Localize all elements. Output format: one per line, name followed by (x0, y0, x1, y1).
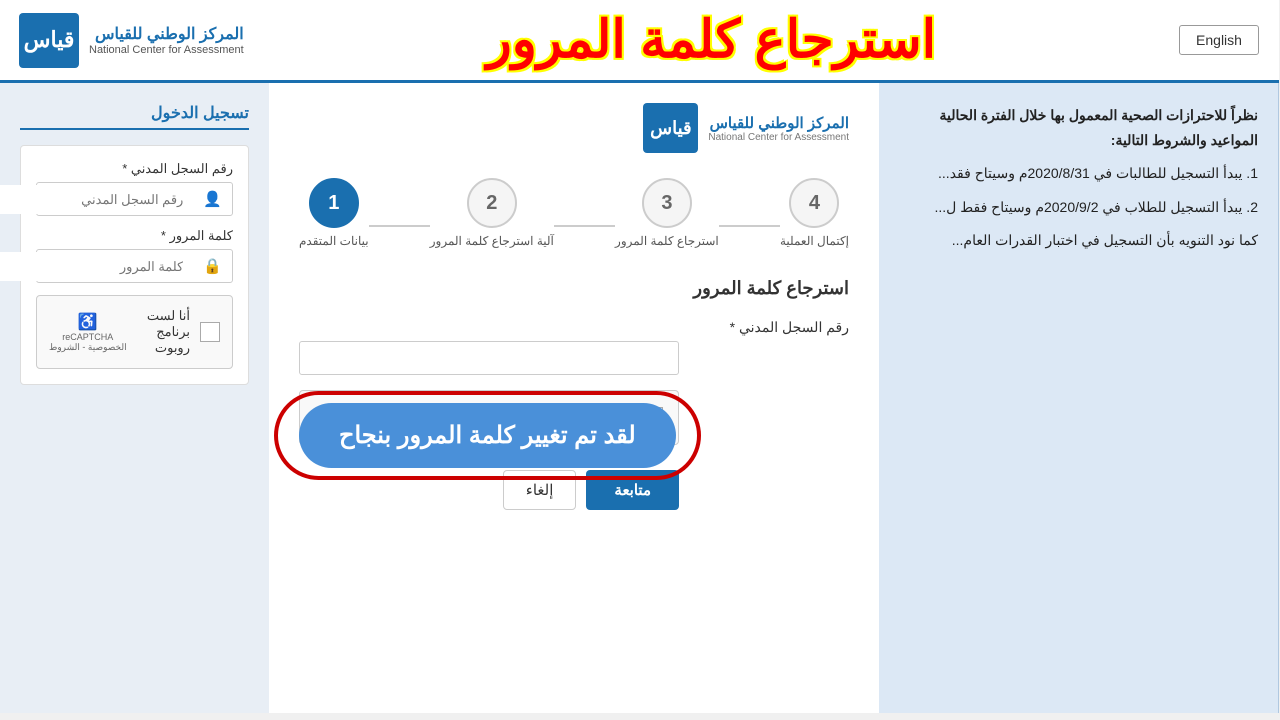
sidebar-id-label: رقم السجل المدني * (37, 161, 234, 177)
id-input[interactable] (300, 341, 680, 375)
step-3-circle: 3 (643, 178, 693, 228)
step-1-circle: 1 (310, 178, 360, 228)
cancel-button[interactable]: إلغاء (504, 470, 578, 510)
step-3-label: استرجاع كلمة المرور (616, 234, 720, 248)
logo-icon: قياس (20, 13, 80, 68)
success-bubble-wrapper: لقد تم تغيير كلمة المرور بنجاح (300, 403, 677, 468)
step-3: 3 استرجاع كلمة المرور (616, 178, 720, 248)
main-content: المركز الوطني للقياس National Center for… (270, 83, 880, 713)
step-4: 4 إكتمال العملية (781, 178, 850, 248)
sidebar-password-wrapper: 🔒 (37, 249, 234, 283)
content-logo-arabic: المركز الوطني للقياس (709, 114, 850, 132)
content-logo-text: المركز الوطني للقياس National Center for… (709, 114, 850, 143)
content-logo-english: National Center for Assessment (709, 132, 850, 143)
header-logo: المركز الوطني للقياس National Center for… (20, 13, 245, 68)
logo-arabic: المركز الوطني للقياس (90, 24, 245, 44)
success-message: لقد تم تغيير كلمة المرور بنجاح (300, 403, 677, 468)
step-1-label: بيانات المتقدم (300, 234, 370, 248)
buttons-row: متابعة إلغاء (300, 470, 680, 510)
sidebar-id-input[interactable] (0, 185, 194, 214)
sidebar-recaptcha-subtext: الخصوصية - الشروط (50, 342, 128, 353)
left-sidebar: تسجيل الدخول رقم السجل المدني * 👤 كلمة ا… (0, 83, 270, 713)
main-layout: نظراً للاحترازات الصحية المعمول بها خلال… (0, 83, 1280, 713)
success-overlay: لقد تم تغيير كلمة المرور بنجاح (300, 403, 677, 468)
page-title: استرجاع كلمة المرور (245, 10, 1180, 70)
notice-item-1: 1. يبدأ التسجيل للطالبات في 2020/8/31م و… (900, 161, 1259, 186)
sidebar-login-title: تسجيل الدخول (21, 103, 250, 130)
step-line-3-4 (720, 225, 781, 227)
id-field-label: رقم السجل المدني * (300, 319, 850, 336)
sidebar-id-wrapper: 👤 (37, 182, 234, 216)
step-4-label: إكتمال العملية (781, 234, 850, 248)
lock-icon: 🔒 (194, 250, 233, 282)
sidebar-login-section: رقم السجل المدني * 👤 كلمة المرور * 🔒 أنا… (21, 145, 250, 385)
notice-panel: نظراً للاحترازات الصحية المعمول بها خلال… (880, 83, 1280, 713)
sidebar-recaptcha-icon: ♿ (79, 312, 99, 332)
step-2-circle: 2 (468, 178, 518, 228)
content-logo-icon: قياس (644, 103, 699, 153)
notice-item-2: 2. يبدأ التسجيل للطلاب في 2020/9/2م وسيت… (900, 195, 1259, 220)
steps-row: 4 إكتمال العملية 3 استرجاع كلمة المرور 2… (300, 178, 850, 248)
logo-english: National Center for Assessment (90, 44, 245, 56)
sidebar-captcha-label: أنا لست برنامج روبوت (138, 308, 191, 356)
english-button[interactable]: English (1180, 25, 1260, 55)
sidebar-captcha-logo: ♿ reCAPTCHA الخصوصية - الشروط (50, 312, 128, 353)
notice-bold: نظراً للاحترازات الصحية المعمول بها خلال… (900, 103, 1259, 153)
logo-text: المركز الوطني للقياس National Center for… (90, 24, 245, 56)
step-1: 1 بيانات المتقدم (300, 178, 370, 248)
step-line-1-2 (370, 225, 431, 227)
notice-text: نظراً للاحترازات الصحية المعمول بها خلال… (900, 103, 1259, 253)
notice-item-3: كما نود التنويه بأن التسجيل في اختبار ال… (900, 228, 1259, 253)
step-line-2-3 (555, 225, 616, 227)
sidebar-captcha-box: أنا لست برنامج روبوت ♿ reCAPTCHA الخصوصي… (37, 295, 234, 369)
sidebar-password-label: كلمة المرور * (37, 228, 234, 244)
top-header: English استرجاع كلمة المرور المركز الوطن… (0, 0, 1280, 83)
form-title: استرجاع كلمة المرور (300, 278, 850, 299)
user-icon: 👤 (194, 183, 233, 215)
step-2-label: آلية استرجاع كلمة المرور (431, 234, 555, 248)
sidebar-recaptcha-text: reCAPTCHA (63, 332, 114, 342)
content-logo-bar: المركز الوطني للقياس National Center for… (300, 103, 850, 153)
continue-button[interactable]: متابعة (587, 470, 680, 510)
sidebar-captcha-checkbox[interactable] (201, 322, 221, 342)
step-2: 2 آلية استرجاع كلمة المرور (431, 178, 555, 248)
sidebar-password-input[interactable] (0, 252, 194, 281)
step-4-circle: 4 (790, 178, 840, 228)
